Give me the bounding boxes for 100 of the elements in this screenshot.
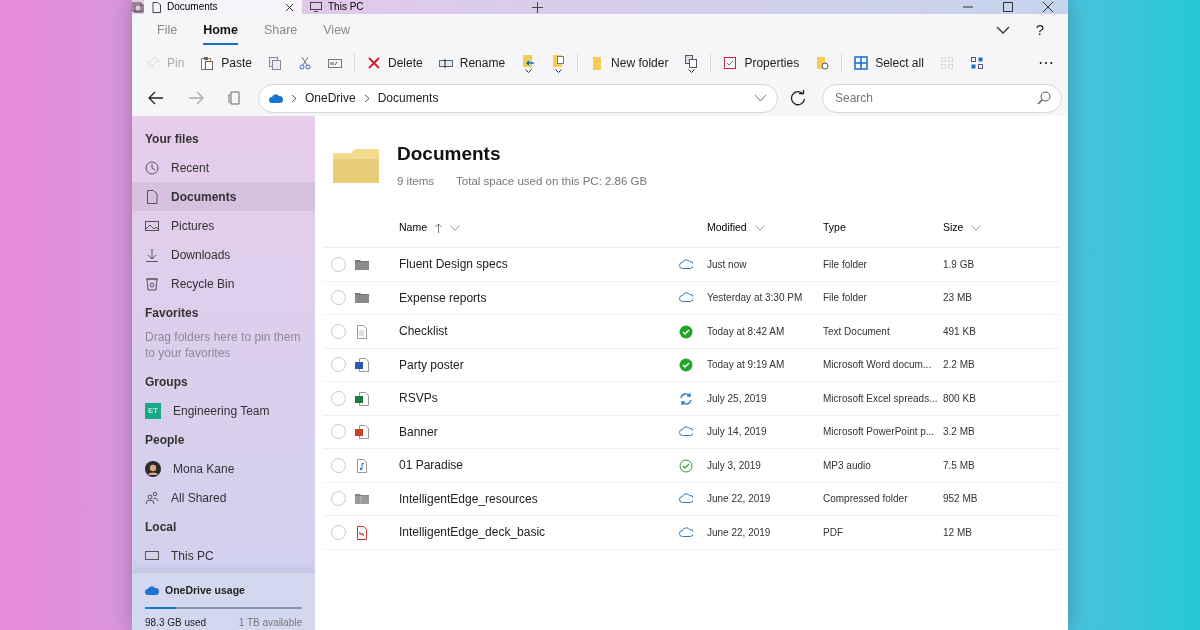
table-cell: June 22, 2019 xyxy=(707,493,771,505)
copy-path-icon xyxy=(328,56,343,70)
table-cell: July 3, 2019 xyxy=(707,459,761,471)
tab[interactable]: This PC xyxy=(302,0,372,14)
tab-label: Documents xyxy=(167,1,218,13)
file-name: Fluent Design specs xyxy=(399,257,508,272)
download-icon xyxy=(145,247,159,262)
column-header[interactable]: Modified xyxy=(707,219,823,236)
new-tab-icon[interactable] xyxy=(531,1,543,13)
file-name: Checklist xyxy=(399,324,448,339)
item-count: 9 items xyxy=(397,173,435,189)
delete-icon xyxy=(367,56,382,70)
select-checkbox[interactable] xyxy=(331,457,346,473)
table-cell: 7.5 MB xyxy=(943,459,975,471)
computer-icon xyxy=(145,548,159,563)
menu-tab[interactable]: Home xyxy=(190,16,251,44)
breadcrumb[interactable]: Documents xyxy=(377,89,439,107)
sidebar-item[interactable]: This PC xyxy=(132,541,315,570)
caret-icon xyxy=(554,68,562,73)
rename-icon xyxy=(438,56,453,70)
tab[interactable]: Documents xyxy=(144,0,302,14)
sidebar-item[interactable]: Documents xyxy=(132,182,315,211)
column-header[interactable]: Name xyxy=(399,219,679,236)
section-heading: Local xyxy=(144,518,178,536)
table-cell: Today at 8:42 AM xyxy=(707,325,785,337)
address-bar[interactable]: OneDrive Documents xyxy=(258,83,778,113)
table-cell: 3.2 MB xyxy=(943,426,975,438)
usage-available: 1 TB available xyxy=(238,615,302,630)
table-cell: Just now xyxy=(707,258,747,270)
table-cell: 491 KB xyxy=(943,325,976,337)
chevron-right-icon xyxy=(363,93,370,103)
maximize-icon[interactable] xyxy=(1003,2,1013,12)
select-none-icon xyxy=(939,56,954,70)
file-name: Banner xyxy=(399,424,438,439)
toolbar-button[interactable]: Paste xyxy=(192,51,261,75)
file-name: Expense reports xyxy=(399,290,487,305)
caret-icon xyxy=(524,68,532,73)
move-to-icon xyxy=(521,53,536,68)
chevron-down-icon xyxy=(754,224,765,231)
help-button[interactable]: ? xyxy=(1035,18,1044,42)
select-checkbox[interactable] xyxy=(331,290,346,306)
sidebar-item[interactable]: Recent xyxy=(132,153,315,182)
close-icon[interactable] xyxy=(1043,2,1053,12)
table-cell: Microsoft PowerPoint p... xyxy=(823,426,935,438)
file-name: IntelligentEdge_deck_basic xyxy=(399,525,546,540)
section-heading: Favorites xyxy=(144,304,200,322)
select-checkbox[interactable] xyxy=(331,256,346,272)
usage-title: OneDrive usage xyxy=(165,583,245,598)
sidebar-item[interactable]: Recycle Bin xyxy=(132,269,315,298)
chevron-right-icon xyxy=(291,93,297,103)
select-checkbox[interactable] xyxy=(331,524,346,540)
invert-selection-icon xyxy=(969,56,984,70)
chevron-down-icon[interactable] xyxy=(995,26,1010,34)
computer-icon xyxy=(310,2,322,12)
table-cell: Today at 9:19 AM xyxy=(707,359,785,371)
toolbar-button[interactable]: Rename xyxy=(430,51,514,75)
file-name: RSVPs xyxy=(399,391,438,406)
copy-icon xyxy=(268,56,283,70)
refresh-icon xyxy=(790,90,806,106)
table-cell: Yesterday at 3:30 PM xyxy=(707,292,803,304)
search-box[interactable]: Search xyxy=(822,83,1062,113)
select-checkbox[interactable] xyxy=(331,424,346,440)
table-cell: July 25, 2019 xyxy=(707,392,767,404)
table-cell: File folder xyxy=(823,258,867,270)
select-checkbox[interactable] xyxy=(331,323,346,339)
search-icon xyxy=(1037,91,1051,105)
select-checkbox[interactable] xyxy=(331,491,346,507)
trash-icon xyxy=(145,276,159,291)
sidebar-item[interactable]: Mona Kane xyxy=(132,454,315,483)
toolbar-button[interactable]: Select all xyxy=(846,51,932,75)
cut-icon xyxy=(298,56,313,70)
column-header[interactable]: Size xyxy=(943,219,1043,236)
sidebar-item[interactable]: Pictures xyxy=(132,211,315,240)
column-header[interactable]: Type xyxy=(823,219,943,236)
sidebar-item[interactable]: ET Engineering Team xyxy=(132,396,315,425)
toolbar-button[interactable]: Properties xyxy=(715,51,808,75)
section-heading: Groups xyxy=(144,373,189,391)
file-name: 01 Paradise xyxy=(399,458,464,473)
pin-icon xyxy=(146,56,160,70)
close-icon[interactable] xyxy=(285,2,294,12)
cloud-icon xyxy=(145,586,159,596)
table-cell: 800 KB xyxy=(943,392,976,404)
section-heading: Your files xyxy=(144,130,200,148)
table-cell: File folder xyxy=(823,292,867,304)
people-icon xyxy=(145,490,159,505)
toolbar-button[interactable]: Delete xyxy=(359,51,431,75)
sidebar-item[interactable]: All Shared xyxy=(132,483,315,512)
cloud-icon xyxy=(269,93,283,103)
breadcrumb[interactable]: OneDrive xyxy=(305,89,356,107)
tabs-icon[interactable] xyxy=(132,1,144,13)
table-cell: 23 MB xyxy=(943,292,972,304)
toolbar-button[interactable]: New folder xyxy=(582,51,677,75)
table-cell: 1.9 GB xyxy=(943,258,975,270)
select-checkbox[interactable] xyxy=(331,390,346,406)
select-checkbox[interactable] xyxy=(331,357,346,373)
table-cell: Microsoft Word docum... xyxy=(823,359,932,371)
more-button[interactable]: ⋯ xyxy=(1030,48,1062,78)
copy-to-icon xyxy=(551,53,566,68)
sidebar-item[interactable]: Downloads xyxy=(132,240,315,269)
search-field[interactable]: Search xyxy=(833,88,1037,108)
